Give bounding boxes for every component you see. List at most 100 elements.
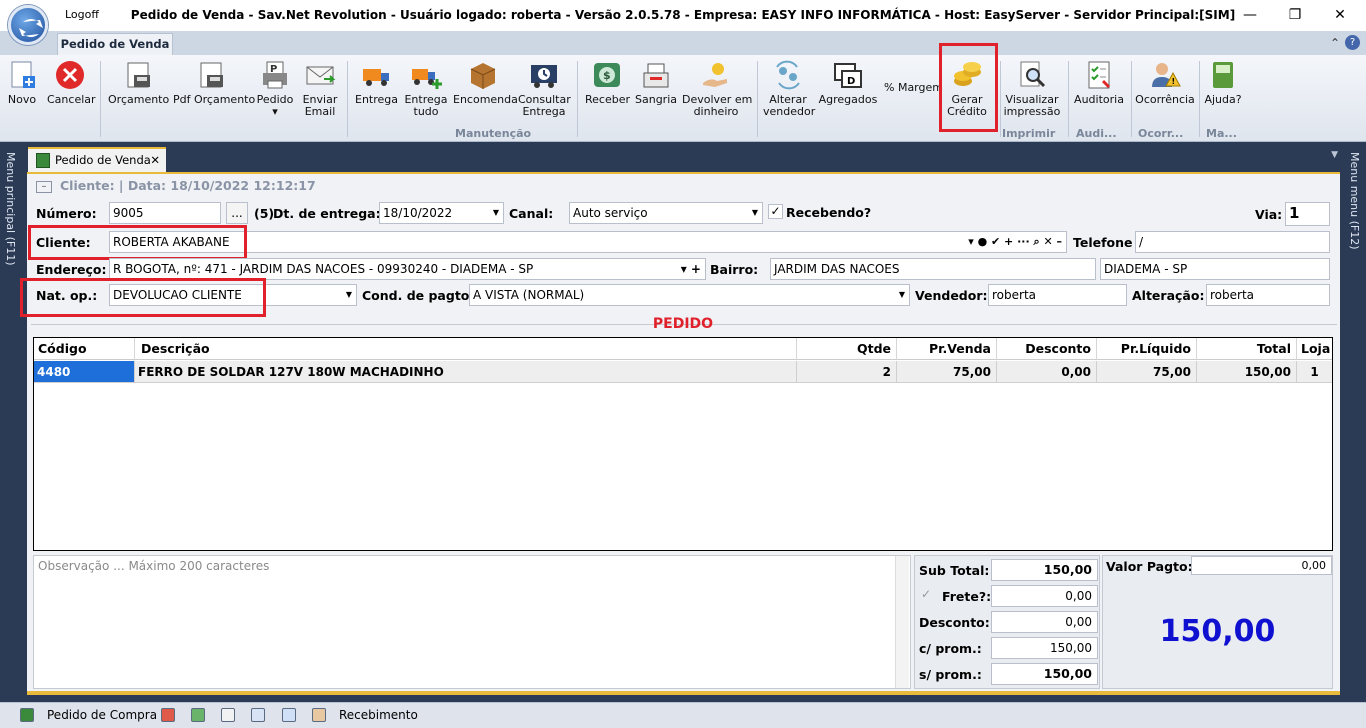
tab-menu-arrow-icon[interactable]: ▼ [1331, 150, 1338, 160]
report-red-icon[interactable] [161, 708, 175, 722]
enviar-email-button[interactable]: Enviar Email [300, 57, 340, 123]
devolver-dinheiro-button[interactable]: Devolver em dinheiro [682, 57, 752, 123]
table-cell-total[interactable]: 150,00 [1197, 361, 1297, 383]
numero-lookup-button[interactable]: ... [226, 202, 248, 224]
entrega-button[interactable]: Entrega [355, 57, 398, 123]
ribbon-tab-strip: Pedido de Venda ⌃ ? [0, 31, 1366, 55]
printer-icon: P [259, 59, 291, 91]
document-add-icon[interactable] [282, 708, 296, 722]
column-header-prliquido[interactable]: Pr.Líquido [1097, 338, 1197, 360]
numero-input[interactable]: 9005 [109, 202, 221, 224]
chevron-up-icon[interactable]: ⌃ [1330, 36, 1340, 50]
observacao-textarea[interactable]: Observação ... Máximo 200 caracteres [33, 555, 911, 689]
orcamento-button[interactable]: Orçamento [108, 57, 169, 123]
telefone-input[interactable]: / [1135, 231, 1330, 253]
vendedor-input[interactable]: roberta [988, 284, 1127, 306]
side-panel-left[interactable]: Menu principal (F11) [0, 142, 24, 702]
tab-pedido-de-venda[interactable]: Pedido de Venda [57, 33, 173, 55]
pdf-orcamento-button[interactable]: Pdf Orçamento [173, 57, 255, 123]
table-cell-loja[interactable]: 1 [1297, 361, 1332, 383]
ribbon-separator [100, 61, 101, 137]
desconto-input[interactable]: 0,00 [991, 611, 1098, 633]
encomenda-button[interactable]: Encomenda [453, 57, 518, 123]
dt-entrega-select[interactable]: 18/10/2022 ▼ [379, 202, 504, 224]
sangria-button[interactable]: Sangria [635, 57, 677, 123]
minimize-button[interactable]: — [1235, 4, 1265, 26]
canal-label: Canal: [509, 206, 554, 221]
pedido-button[interactable]: P Pedido ▾ [255, 57, 295, 123]
alterar-vendedor-button[interactable]: Alterar vendedor [763, 57, 815, 123]
observacao-scrollbar[interactable] [895, 556, 909, 688]
svg-text:!: ! [1172, 77, 1176, 86]
menu-menu-label[interactable]: Menu menu (F12) [1348, 152, 1361, 250]
endereco-tools-icons[interactable]: ▾ + [681, 259, 701, 279]
chart-document-icon[interactable] [251, 708, 265, 722]
table-cell-codigo[interactable]: 4480 [34, 361, 135, 383]
app-logo-icon[interactable] [8, 5, 48, 45]
column-header-codigo[interactable]: Código [34, 338, 135, 360]
money-hand-icon [700, 59, 732, 91]
table-cell-qtde[interactable]: 2 [797, 361, 897, 383]
items-grid[interactable]: Código Descrição Qtde Pr.Venda Desconto … [33, 337, 1333, 551]
frete-input[interactable]: 0,00 [991, 585, 1098, 607]
bairro-input[interactable]: JARDIM DAS NACOES [770, 258, 1096, 280]
document-tab[interactable]: Pedido de Venda ✕ [28, 147, 166, 172]
recebimento-link[interactable]: Recebimento [339, 708, 418, 722]
canal-select[interactable]: Auto serviço ▼ [569, 202, 763, 224]
close-icon[interactable]: ✕ [150, 149, 160, 171]
table-cell-prliquido[interactable]: 75,00 [1097, 361, 1197, 383]
frete-checkbox[interactable]: ✓ [921, 587, 931, 601]
cond-pagto-select[interactable]: A VISTA (NORMAL) ▼ [469, 284, 910, 306]
ocorrencia-button[interactable]: ! Ocorrência [1135, 57, 1195, 123]
ribbon-separator [1199, 61, 1200, 137]
column-header-qtde[interactable]: Qtde [797, 338, 897, 360]
report-green-icon[interactable] [191, 708, 205, 722]
column-header-descricao[interactable]: Descrição [135, 338, 797, 360]
pedido-compra-icon[interactable] [20, 708, 34, 722]
help-icon[interactable]: ? [1345, 35, 1360, 50]
recebendo-checkbox[interactable]: ✓ [768, 204, 783, 219]
column-header-loja[interactable]: Loja [1297, 338, 1332, 360]
subtotal-label: Sub Total: [919, 563, 990, 578]
receber-button[interactable]: $ Receber [585, 57, 630, 123]
table-cell-prvenda[interactable]: 75,00 [897, 361, 997, 383]
table-cell-descricao[interactable]: FERRO DE SOLDAR 127V 180W MACHADINHO [135, 361, 797, 383]
menu-principal-label[interactable]: Menu principal (F11) [4, 152, 17, 266]
truck-icon [360, 59, 392, 91]
close-window-button[interactable]: ✕ [1325, 4, 1355, 26]
cidade-input[interactable]: DIADEMA - SP [1100, 258, 1330, 280]
auditoria-button[interactable]: Auditoria [1074, 57, 1124, 123]
via-input[interactable]: 1 [1285, 202, 1330, 226]
margem-button[interactable]: % Margem [884, 82, 943, 148]
novo-button[interactable]: Novo [4, 57, 40, 123]
dropdown-arrow-icon: ▼ [751, 208, 758, 217]
side-panel-right[interactable]: Menu menu (F12) [1344, 142, 1366, 702]
cliente-tools-icons[interactable]: ▾ ● ✔ + ··· ⌕ ✕ – [968, 232, 1062, 252]
pedido-compra-link[interactable]: Pedido de Compra [47, 708, 157, 722]
user-warning-icon: ! [1149, 59, 1181, 91]
ajuda-button[interactable]: Ajuda? [1203, 57, 1243, 123]
column-header-prvenda[interactable]: Pr.Venda [897, 338, 997, 360]
column-header-total[interactable]: Total [1197, 338, 1297, 360]
restore-button[interactable]: ❐ [1280, 4, 1310, 26]
document-list-icon[interactable] [221, 708, 235, 722]
ribbon-separator [577, 61, 578, 137]
cancelar-button[interactable]: Cancelar [47, 57, 96, 123]
save-icon [122, 59, 154, 91]
dropdown-arrow-icon: ▼ [345, 290, 352, 299]
valor-pagto-input[interactable]: 0,00 [1191, 556, 1332, 575]
column-header-desconto[interactable]: Desconto [997, 338, 1097, 360]
alteracao-input[interactable]: roberta [1206, 284, 1330, 306]
status-bar: Pedido de Compra Recebimento [0, 702, 1366, 728]
entrega-tudo-button[interactable]: Entrega tudo [403, 57, 449, 123]
endereco-input[interactable]: R BOGOTA, nº: 471 - JARDIM DAS NACOES - … [109, 258, 706, 280]
visualizar-impressao-button[interactable]: Visualizar impressão [1003, 57, 1061, 123]
ribbon-separator [1000, 61, 1001, 137]
cliente-input[interactable]: ROBERTA AKABANE ▾ ● ✔ + ··· ⌕ ✕ – [109, 231, 1067, 253]
collapse-group-icon[interactable]: – [36, 181, 52, 193]
consultar-entrega-button[interactable]: Consultar Entrega [518, 57, 571, 123]
users-icon[interactable] [312, 708, 326, 722]
swap-user-icon [772, 59, 804, 91]
agregados-button[interactable]: D Agregados [818, 57, 878, 123]
table-cell-desconto[interactable]: 0,00 [997, 361, 1097, 383]
